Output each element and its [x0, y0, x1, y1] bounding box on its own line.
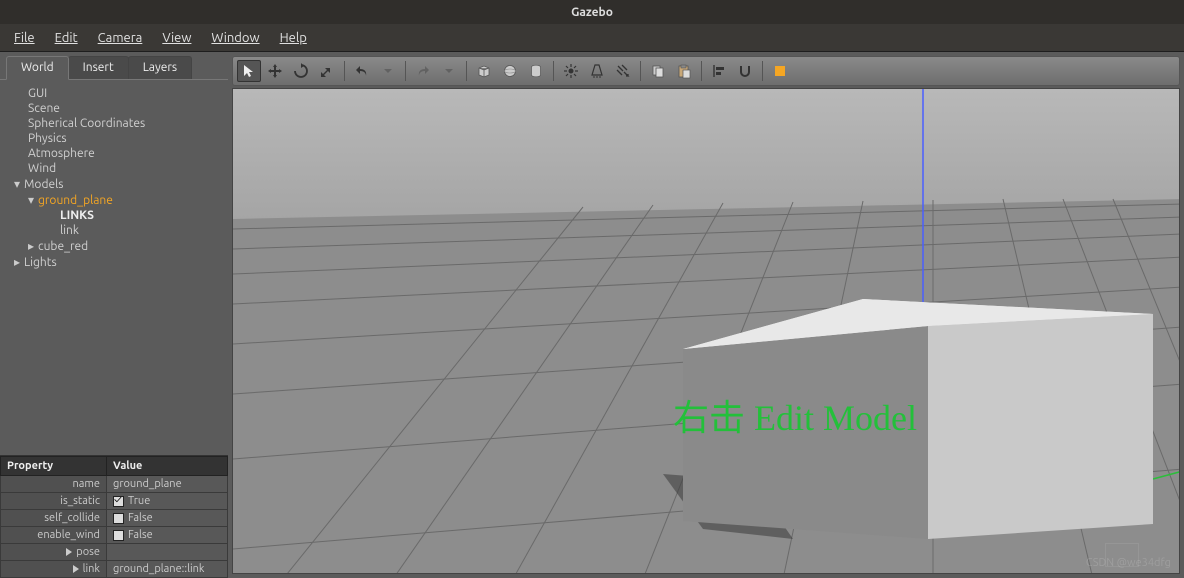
select-tool-button[interactable] [237, 60, 261, 82]
undo-button[interactable] [350, 60, 374, 82]
redo-dropdown-button[interactable] [437, 60, 461, 82]
chevron-right-icon [66, 548, 72, 556]
tree-item-spherical[interactable]: Spherical Coordinates [10, 116, 222, 131]
tree-item-atmosphere[interactable]: Atmosphere [10, 146, 222, 161]
paste-button[interactable] [672, 60, 696, 82]
align-button[interactable] [707, 60, 731, 82]
scene-render [233, 89, 1180, 574]
redo-button[interactable] [411, 60, 435, 82]
checkbox-icon[interactable] [113, 530, 124, 541]
properties-panel: Property Value name ground_plane is_stat… [0, 455, 228, 578]
panel-tabs: World Insert Layers [6, 56, 228, 80]
undo-dropdown-button[interactable] [376, 60, 400, 82]
prop-row-enable-wind[interactable]: enable_wind False [1, 527, 228, 544]
snap-button[interactable] [733, 60, 757, 82]
point-light-button[interactable] [559, 60, 583, 82]
menu-window[interactable]: Window [201, 27, 269, 49]
prop-row-is-static[interactable]: is_static True [1, 493, 228, 510]
menu-file[interactable]: File [4, 27, 45, 49]
rotate-tool-button[interactable] [289, 60, 313, 82]
tree-item-link[interactable]: link [10, 223, 222, 238]
chevron-right-icon: ▸ [14, 255, 24, 269]
toolbar-separator [701, 61, 702, 81]
menu-edit[interactable]: Edit [45, 27, 88, 49]
tree-item-lights[interactable]: ▸Lights [10, 254, 222, 270]
tree-item-wind[interactable]: Wind [10, 161, 222, 176]
watermark-text: CSDN @we34dfg [1086, 557, 1171, 569]
prop-row-link[interactable]: link ground_plane::link [1, 561, 228, 578]
view-angle-button[interactable] [768, 60, 792, 82]
chevron-right-icon [73, 565, 79, 573]
toolbar-separator [553, 61, 554, 81]
chevron-down-icon: ▾ [14, 177, 24, 191]
prop-row-name[interactable]: name ground_plane [1, 476, 228, 493]
tree-item-physics[interactable]: Physics [10, 131, 222, 146]
world-tree[interactable]: GUI Scene Spherical Coordinates Physics … [0, 79, 228, 455]
tab-world[interactable]: World [6, 56, 69, 80]
checkbox-icon[interactable] [113, 496, 124, 507]
tree-item-cube-red[interactable]: ▸cube_red [10, 238, 222, 254]
tree-item-models[interactable]: ▾Models [10, 176, 222, 192]
left-panel: World Insert Layers GUI Scene Spherical … [0, 52, 228, 578]
tab-layers[interactable]: Layers [128, 56, 192, 80]
menu-help[interactable]: Help [270, 27, 317, 49]
menu-bar: File Edit Camera View Window Help [0, 24, 1184, 52]
main-toolbar [232, 56, 1180, 86]
3d-viewport[interactable]: 右击 Edit Model CSDN @we34dfg [232, 88, 1180, 574]
insert-cylinder-button[interactable] [524, 60, 548, 82]
tree-item-gui[interactable]: GUI [10, 86, 222, 101]
chevron-down-icon: ▾ [28, 193, 38, 207]
toolbar-separator [640, 61, 641, 81]
properties-header-value: Value [107, 457, 228, 476]
toolbar-separator [762, 61, 763, 81]
copy-button[interactable] [646, 60, 670, 82]
toolbar-separator [344, 61, 345, 81]
toolbar-separator [466, 61, 467, 81]
properties-header-property: Property [1, 457, 107, 476]
toolbar-separator [405, 61, 406, 81]
menu-camera[interactable]: Camera [88, 27, 153, 49]
tree-item-scene[interactable]: Scene [10, 101, 222, 116]
tree-item-ground-plane[interactable]: ▾ground_plane [10, 192, 222, 208]
window-title: Gazebo [571, 6, 613, 19]
checkbox-icon[interactable] [113, 513, 124, 524]
scale-tool-button[interactable] [315, 60, 339, 82]
menu-view[interactable]: View [152, 27, 201, 49]
spot-light-button[interactable] [585, 60, 609, 82]
chevron-right-icon: ▸ [28, 239, 38, 253]
insert-sphere-button[interactable] [498, 60, 522, 82]
directional-light-button[interactable] [611, 60, 635, 82]
window-titlebar: Gazebo [0, 0, 1184, 24]
tree-item-links-header: LINKS [10, 208, 222, 223]
prop-row-pose[interactable]: pose [1, 544, 228, 561]
prop-row-self-collide[interactable]: self_collide False [1, 510, 228, 527]
move-tool-button[interactable] [263, 60, 287, 82]
tab-insert[interactable]: Insert [68, 56, 129, 80]
insert-box-button[interactable] [472, 60, 496, 82]
